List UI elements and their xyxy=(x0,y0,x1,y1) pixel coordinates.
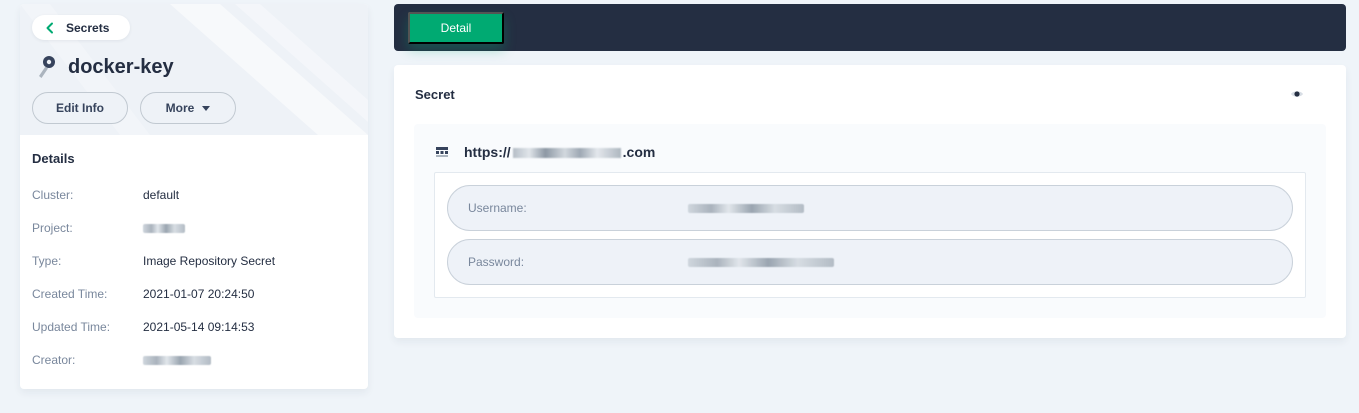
registry-entry: https:// .com Username: Password: xyxy=(414,124,1326,318)
details-section: Details Cluster: default Project: Type: … xyxy=(32,151,356,386)
username-label: Username: xyxy=(468,201,527,215)
registry-url-redacted xyxy=(512,148,621,159)
secret-title: Secret xyxy=(415,87,455,102)
detail-value: 2021-05-14 09:14:53 xyxy=(143,320,255,334)
tab-detail-label: Detail xyxy=(440,21,472,35)
key-icon xyxy=(39,56,55,78)
detail-value: default xyxy=(143,188,180,202)
registry-url-prefix: https:// xyxy=(464,144,511,160)
detail-row-creator: Creator: xyxy=(32,353,356,386)
password-label: Password: xyxy=(468,255,525,269)
chevron-left-icon xyxy=(46,22,53,33)
registry-url-suffix: .com xyxy=(622,144,656,160)
page-title: docker-key xyxy=(68,55,174,78)
back-to-secrets-button[interactable]: Secrets xyxy=(32,15,130,40)
more-button[interactable]: More xyxy=(140,92,236,124)
more-label: More xyxy=(165,101,195,115)
edit-info-label: Edit Info xyxy=(56,101,104,115)
detail-label: Created Time: xyxy=(32,287,108,301)
detail-label: Updated Time: xyxy=(32,320,111,334)
registry-url: https:// .com xyxy=(464,144,655,160)
username-value-redacted xyxy=(688,201,804,215)
detail-row-cluster: Cluster: default xyxy=(32,188,356,221)
resource-detail-panel: Secrets docker-key Edit Info More Detail… xyxy=(20,4,368,389)
registry-row: https:// .com xyxy=(436,144,655,160)
detail-label: Creator: xyxy=(32,353,76,367)
detail-row-created-time: Created Time: 2021-01-07 20:24:50 xyxy=(32,287,356,320)
detail-row-updated-time: Updated Time: 2021-05-14 09:14:53 xyxy=(32,320,356,353)
action-buttons: Edit Info More xyxy=(32,92,236,124)
secret-card: Secret https://.com Username: Password: xyxy=(394,65,1346,338)
detail-row-type: Type: Image Repository Secret xyxy=(32,254,356,287)
credentials-box: Username: Password: xyxy=(434,172,1306,298)
caret-down-icon xyxy=(202,105,211,111)
password-row: Password: xyxy=(447,239,1293,285)
edit-info-button[interactable]: Edit Info xyxy=(32,92,128,124)
tab-detail[interactable]: Detail xyxy=(408,12,504,44)
panel-header: Secrets docker-key Edit Info More xyxy=(20,4,368,135)
detail-label: Type: xyxy=(32,254,62,268)
detail-value: Image Repository Secret xyxy=(143,254,276,268)
detail-value-redacted xyxy=(143,221,185,235)
detail-label: Cluster: xyxy=(32,188,74,202)
eye-icon[interactable] xyxy=(1290,89,1304,99)
tab-bar: Detail xyxy=(394,4,1346,51)
back-label: Secrets xyxy=(66,20,110,35)
title-row: docker-key xyxy=(36,54,174,80)
detail-row-project: Project: xyxy=(32,221,356,254)
detail-value-redacted xyxy=(143,353,211,367)
username-row: Username: xyxy=(447,185,1293,231)
detail-value: 2021-01-07 20:24:50 xyxy=(143,287,255,301)
password-value-redacted xyxy=(688,255,834,269)
detail-label: Project: xyxy=(32,221,73,235)
grid-icon xyxy=(436,147,448,157)
details-heading: Details xyxy=(32,151,75,166)
